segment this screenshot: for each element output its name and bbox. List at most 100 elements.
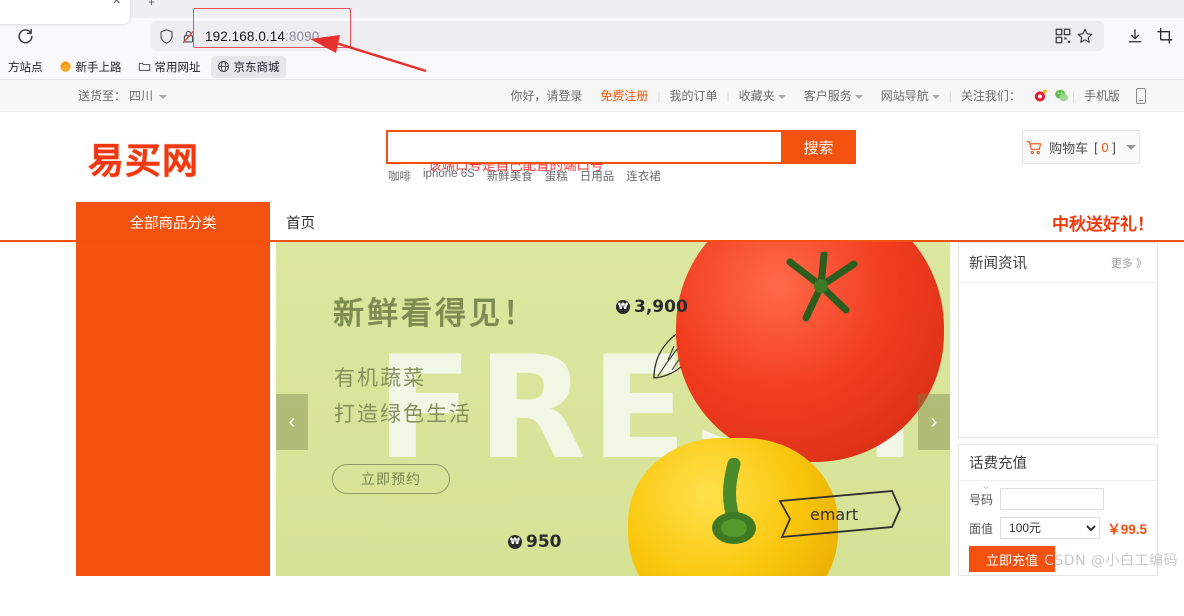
won-currency-icon: ₩ [616, 300, 630, 314]
recharge-title: 话费充值 [969, 456, 1027, 472]
news-header: 新闻资讯 更多 》 [959, 243, 1157, 283]
hot-keyword[interactable]: 连衣裙 [626, 168, 661, 184]
browser-chrome: ✕ + 192.168.0.14:8090 方站点 新手上路 常用网址 京东商城 [0, 0, 1184, 80]
price-tag-tomato: ₩ 3,900 [616, 297, 688, 317]
close-icon[interactable]: ✕ [112, 0, 121, 7]
price-tomato-value: 3,900 [634, 297, 688, 317]
hot-keyword[interactable]: 蛋糕 [545, 168, 568, 184]
price-pepper-value: 950 [526, 532, 562, 552]
news-card: 新闻资讯 更多 》 [958, 242, 1158, 438]
bookmark-item[interactable]: 新手上路 [53, 56, 128, 78]
url-port: :8090 [285, 28, 320, 44]
ship-to-label: 送货至： [78, 89, 127, 103]
browser-tab[interactable] [0, 0, 130, 24]
customer-service-link[interactable]: 客户服务 [795, 87, 872, 104]
all-categories-button[interactable]: 全部商品分类 [76, 202, 270, 242]
search-button[interactable]: 搜索 [781, 130, 856, 164]
search-box: 搜索 [386, 130, 856, 164]
address-bar-container: 192.168.0.14:8090 [150, 8, 1104, 51]
register-link[interactable]: 免费注册 [591, 87, 657, 104]
carousel-next-button[interactable]: › [918, 394, 950, 450]
site-topbar: 送货至： 四川 你好，请登录 免费注册 | 我的订单 | 收藏夹 客户服务 网站… [0, 80, 1184, 112]
url-host: 192.168.0.14 [205, 28, 286, 44]
recharge-denom-row: 面值 100元 ￥99.5 [959, 510, 1157, 539]
site-logo[interactable]: 易买网 [88, 132, 199, 184]
pepper-stem-image [712, 458, 756, 544]
banner-cta-button[interactable]: 立即预约 [332, 464, 450, 494]
page-body: FRESH 新鲜看得见！ 有机蔬菜 打造绿色生活 立即预约 ₩ 3,900 ₩ … [0, 242, 1184, 576]
recharge-submit-button[interactable]: 立即充值 [969, 546, 1055, 572]
bookmark-label: 方站点 [8, 61, 43, 74]
star-icon[interactable] [1076, 27, 1094, 45]
ship-to-value: 四川 [129, 89, 154, 103]
ship-to-selector[interactable]: 送货至： 四川 [78, 87, 168, 104]
tab-strip: ✕ + [0, 0, 1184, 24]
topbar-links: 你好，请登录 免费注册 | 我的订单 | 收藏夹 客户服务 网站导航 | 关注我… [501, 87, 1172, 104]
recharge-price: ￥99.5 [1107, 522, 1147, 537]
recharge-denom-label: 面值 [969, 521, 994, 536]
main-nav: 全部商品分类 首页 中秋送好礼！ [0, 202, 1184, 242]
price-tag-pepper: ₩ 950 [508, 532, 562, 552]
right-column: 新闻资讯 更多 》 话费充值 ⌄ 号码 面值 100元 ￥99.5 立即充值 [958, 242, 1158, 576]
bookmark-item[interactable]: 方站点 [2, 56, 49, 78]
banner-subline-1: 有机蔬菜 [334, 366, 426, 390]
navigation-toolbar: 192.168.0.14:8090 [0, 8, 1184, 54]
firefox-icon [59, 61, 71, 72]
greeting-text: 你好，请登录 [510, 89, 583, 103]
hot-keyword[interactable]: 新鲜美食 [487, 168, 533, 184]
tomato-stem-image [786, 252, 858, 322]
chevron-down-icon [159, 94, 168, 99]
address-bar[interactable]: 192.168.0.14:8090 [150, 21, 1104, 51]
mobile-phone-icon [1136, 87, 1146, 104]
banner-subline-2: 打造绿色生活 [334, 402, 472, 426]
cart-button[interactable]: 购物车 [ 0 ] [1022, 130, 1140, 164]
nav-item-home[interactable]: 首页 [286, 202, 315, 242]
lock-slash-icon[interactable] [180, 28, 197, 45]
web-page: 该端口号是自己配置的端口号 送货至： 四川 你好，请登录 免费注册 | 我的订单… [0, 80, 1184, 576]
bookmark-label: 京东商城 [233, 61, 280, 74]
cart-label: 购物车 [1049, 140, 1089, 156]
mobile-version-link[interactable]: 手机版 [1075, 87, 1129, 104]
bookmark-item-jd[interactable]: 京东商城 [210, 55, 286, 78]
reload-icon [17, 28, 33, 43]
emart-ribbon-tag: emart [778, 490, 901, 539]
wechat-icon[interactable] [1054, 88, 1069, 103]
hot-keyword[interactable]: iphone 6S [423, 168, 475, 184]
plus-icon[interactable]: + [148, 0, 155, 9]
carousel-prev-button[interactable]: ‹ [276, 394, 308, 450]
news-more-link[interactable]: 更多 》 [1111, 255, 1147, 271]
hot-keyword[interactable]: 咖啡 [388, 168, 411, 184]
bookmark-label: 新手上路 [75, 61, 122, 74]
hero-carousel[interactable]: FRESH 新鲜看得见！ 有机蔬菜 打造绿色生活 立即预约 ₩ 3,900 ₩ … [276, 242, 950, 576]
category-sidebar[interactable] [76, 242, 270, 576]
recharge-number-input[interactable] [1000, 488, 1105, 510]
download-icon[interactable] [1126, 27, 1144, 45]
shield-icon[interactable] [158, 28, 175, 45]
chevron-down-icon [854, 94, 863, 99]
bookmark-item[interactable]: 常用网址 [132, 56, 207, 78]
won-currency-icon: ₩ [508, 535, 522, 549]
hot-keyword[interactable]: 日用品 [580, 168, 615, 184]
search-input[interactable] [386, 130, 781, 164]
bracket-close: ] [1112, 139, 1116, 155]
site-header: 易买网 搜索 咖啡 iphone 6S 新鲜美食 蛋糕 日用品 连衣裙 购物车 … [0, 112, 1184, 202]
cart-count-group: [ 0 ] [1094, 140, 1116, 155]
hot-keywords: 咖啡 iphone 6S 新鲜美食 蛋糕 日用品 连衣裙 [388, 168, 661, 184]
chevron-down-icon [1125, 144, 1136, 150]
favorites-link[interactable]: 收藏夹 [730, 87, 795, 104]
recharge-header: 话费充值 [959, 445, 1157, 481]
recharge-denom-select[interactable]: 100元 [1000, 517, 1101, 539]
reload-button[interactable] [10, 22, 40, 50]
site-nav-label: 网站导航 [880, 89, 929, 103]
site-nav-link[interactable]: 网站导航 [872, 87, 949, 104]
favorites-label: 收藏夹 [738, 89, 775, 103]
bookmark-label: 常用网址 [154, 61, 201, 74]
svg-text:emart: emart [810, 505, 858, 524]
my-orders-link[interactable]: 我的订单 [661, 87, 727, 104]
weibo-icon[interactable] [1033, 88, 1048, 103]
crop-icon[interactable] [1156, 27, 1174, 45]
news-title: 新闻资讯 [969, 256, 1027, 272]
qr-code-icon[interactable] [1054, 27, 1072, 45]
chevron-down-icon [777, 94, 786, 99]
folder-icon [138, 62, 150, 71]
